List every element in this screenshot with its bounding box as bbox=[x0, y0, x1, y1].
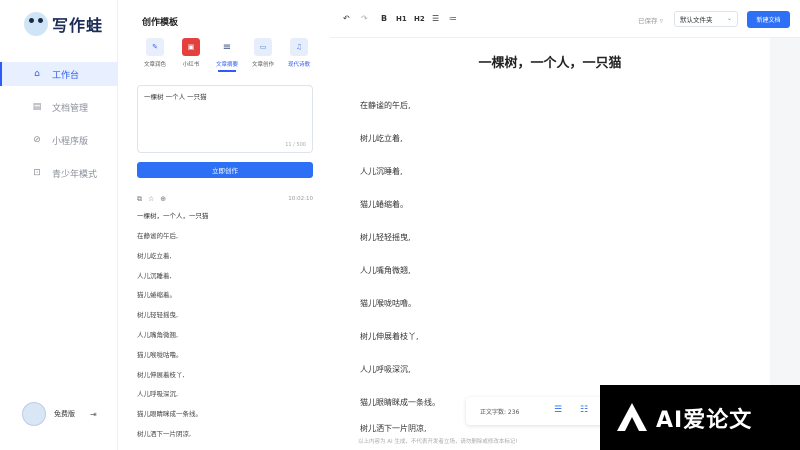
frog-mascot-icon bbox=[24, 12, 48, 36]
document-line: 树儿伸展着枝丫, bbox=[360, 332, 419, 341]
chevron-down-icon: ⌄ bbox=[726, 15, 732, 22]
document-line: 人儿嘴角微翘, bbox=[360, 266, 411, 275]
heading2-button[interactable]: H2 bbox=[414, 15, 425, 23]
save-status: 已保存 ▿ bbox=[638, 17, 663, 25]
sidebar-item-label: 工作台 bbox=[52, 70, 80, 81]
word-count: 正文字数: 236 bbox=[480, 408, 520, 416]
editor-toolbar: ↶ ↷ B H1 H2 ☰ ≔ 已保存 ▿ 默认文件夹 ⌄ 新建文档 bbox=[330, 0, 800, 38]
watermark-text: AI爱论文 bbox=[656, 407, 753, 433]
sidebar-item-teen-mode[interactable]: ⊡ 青少年模式 bbox=[0, 161, 118, 185]
user-plan-label: 免费版 bbox=[54, 410, 75, 418]
star-icon[interactable]: ☆ bbox=[148, 195, 154, 203]
sidebar-item-miniprogram[interactable]: ⊘ 小程序版 bbox=[0, 128, 118, 152]
template-panel: 创作模板 ✎ 文章润色 ▣ 小红书 ≡ 文章摘要 ▭ 文章创作 ♫ 现代诗歌 一… bbox=[118, 0, 330, 450]
format-icon[interactable]: ☷ bbox=[580, 405, 592, 417]
watermark-logo-icon bbox=[617, 402, 647, 431]
tab-label: 文章创作 bbox=[251, 62, 274, 68]
watermark: AI爱论文 bbox=[600, 385, 800, 450]
outline-icon[interactable]: ☰ bbox=[554, 405, 566, 417]
result-line: 人儿嘴角微翘, bbox=[137, 330, 179, 339]
result-body: 在静谧的午后, 树儿屹立着, 人儿沉睡着, 猫儿蜷缩着。 树儿轻轻摇曳, 人儿嘴… bbox=[137, 230, 202, 448]
create-icon: ▭ bbox=[254, 38, 272, 56]
tab-article-create[interactable]: ▭ 文章创作 bbox=[245, 38, 281, 72]
result-line: 树儿轻轻摇曳, bbox=[137, 311, 179, 320]
tab-label: 小红书 bbox=[182, 62, 200, 68]
document-line: 树儿洒下一片阴凉, bbox=[360, 424, 427, 433]
insert-icon[interactable]: ⊕ bbox=[160, 195, 166, 203]
document-line: 在静谧的午后, bbox=[360, 101, 411, 110]
app-logo[interactable]: 写作蛙 bbox=[24, 12, 103, 36]
tab-article-summary[interactable]: ≡ 文章摘要 bbox=[209, 38, 245, 72]
sidebar-nav: ⌂ 工作台 ▤ 文档管理 ⊘ 小程序版 ⊡ 青少年模式 bbox=[0, 62, 118, 194]
tab-label: 文章润色 bbox=[143, 62, 166, 68]
result-line: 人儿沉睡着, bbox=[137, 271, 172, 280]
result-line: 猫儿眼睛眯成一条线。 bbox=[137, 410, 202, 419]
prompt-input[interactable]: 一棵树 一个人 一只猫 11 / 500 bbox=[137, 85, 313, 153]
document-line: 树儿轻轻摇曳, bbox=[360, 233, 411, 242]
logout-icon[interactable]: ⇥ bbox=[90, 410, 97, 419]
create-button[interactable]: 立即创作 bbox=[137, 162, 313, 178]
result-line: 树儿洒下一片阴凉, bbox=[137, 429, 192, 438]
undo-icon[interactable]: ↶ bbox=[343, 14, 350, 23]
home-icon: ⌂ bbox=[34, 69, 40, 79]
result-line: 猫儿蜷缩着。 bbox=[137, 291, 176, 300]
document-line: 猫儿眼睛眯成一条线。 bbox=[360, 398, 440, 407]
summary-icon: ≡ bbox=[218, 38, 236, 56]
sidebar-item-label: 文档管理 bbox=[52, 103, 89, 114]
teen-mode-icon: ⊡ bbox=[33, 168, 41, 178]
miniprogram-icon: ⊘ bbox=[33, 135, 41, 145]
tab-article-polish[interactable]: ✎ 文章润色 bbox=[137, 38, 173, 72]
new-document-button[interactable]: 新建文档 bbox=[747, 11, 790, 28]
template-panel-title: 创作模板 bbox=[142, 18, 179, 28]
copy-icon[interactable]: ⧉ bbox=[137, 195, 142, 204]
sidebar-item-workbench[interactable]: ⌂ 工作台 bbox=[0, 62, 118, 86]
sidebar-item-label: 青少年模式 bbox=[52, 169, 98, 180]
tab-xiaohongshu[interactable]: ▣ 小红书 bbox=[173, 38, 209, 72]
sidebar-item-documents[interactable]: ▤ 文档管理 bbox=[0, 95, 118, 119]
bullet-list-icon[interactable]: ☰ bbox=[432, 14, 439, 23]
document-line: 猫儿蜷缩着。 bbox=[360, 200, 408, 209]
user-panel: 免费版 ⇥ bbox=[22, 402, 97, 426]
ai-disclaimer: 以上内容为 AI 生成，不代表开发者立场，请勿删除或修改本标记! bbox=[358, 439, 518, 445]
heading1-button[interactable]: H1 bbox=[396, 15, 407, 23]
char-count: 11 / 500 bbox=[285, 142, 306, 148]
tab-label: 文章摘要 bbox=[215, 62, 238, 68]
result-line: 在静谧的午后, bbox=[137, 232, 179, 240]
result-line: 树儿屹立着, bbox=[137, 251, 172, 260]
avatar[interactable] bbox=[22, 402, 46, 426]
document-title[interactable]: 一棵树，一个人，一只猫 bbox=[330, 52, 770, 71]
document-line: 人儿沉睡着, bbox=[360, 167, 403, 176]
prompt-input-value: 一棵树 一个人 一只猫 bbox=[144, 93, 207, 101]
tab-modern-poetry[interactable]: ♫ 现代诗歌 bbox=[281, 38, 317, 72]
result-line: 猫儿喉咙咕噜。 bbox=[137, 350, 183, 359]
brush-icon: ✎ bbox=[146, 38, 164, 56]
template-tabs: ✎ 文章润色 ▣ 小红书 ≡ 文章摘要 ▭ 文章创作 ♫ 现代诗歌 bbox=[137, 38, 317, 72]
tab-label: 现代诗歌 bbox=[287, 62, 310, 68]
word-count-panel: 正文字数: 236 ☰ ☷ bbox=[466, 397, 609, 425]
result-toolbar: ⧉ ☆ ⊕ 10:02:10 bbox=[137, 194, 313, 204]
active-tab-indicator bbox=[218, 70, 236, 72]
ordered-list-icon[interactable]: ≔ bbox=[449, 14, 457, 23]
document-line: 猫儿喉咙咕噜。 bbox=[360, 299, 416, 308]
sidebar-item-label: 小程序版 bbox=[52, 136, 89, 147]
document-line: 树儿屹立着, bbox=[360, 134, 403, 143]
sidebar: 写作蛙 ⌂ 工作台 ▤ 文档管理 ⊘ 小程序版 ⊡ 青少年模式 免费版 ⇥ bbox=[0, 0, 118, 450]
document-icon: ▤ bbox=[32, 102, 42, 112]
redo-icon[interactable]: ↷ bbox=[361, 14, 368, 23]
document-line: 人儿呼吸深沉, bbox=[360, 365, 411, 374]
folder-select[interactable]: 默认文件夹 ⌄ bbox=[674, 11, 738, 27]
app-name: 写作蛙 bbox=[52, 16, 104, 35]
folder-select-value: 默认文件夹 bbox=[680, 16, 713, 24]
poetry-icon: ♫ bbox=[290, 38, 308, 56]
result-line: 人儿呼吸深沉, bbox=[137, 390, 179, 399]
result-title: 一棵树，一个人，一只猫 bbox=[137, 212, 209, 220]
xiaohongshu-icon: ▣ bbox=[182, 38, 200, 56]
bold-button[interactable]: B bbox=[381, 14, 387, 23]
result-line: 树儿伸展着枝丫, bbox=[137, 370, 185, 379]
result-timestamp: 10:02:10 bbox=[288, 196, 313, 202]
